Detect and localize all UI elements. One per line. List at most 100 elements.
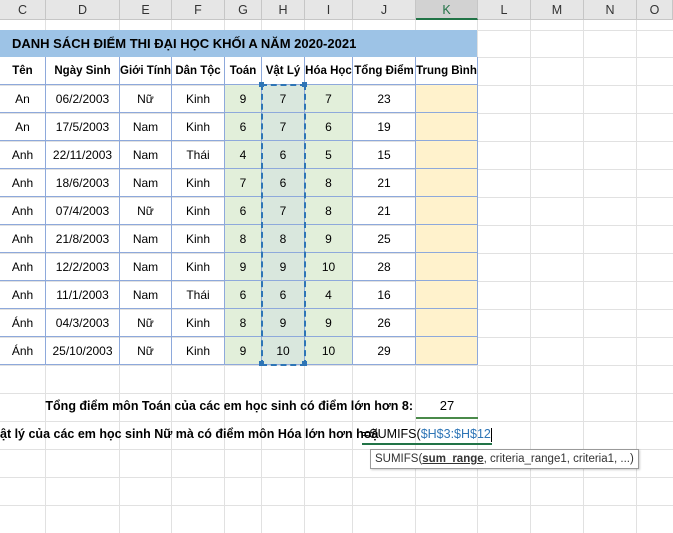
table-cell[interactable]: 28 <box>353 253 416 281</box>
table-cell[interactable]: 11/1/2003 <box>46 281 120 309</box>
selection-handle[interactable] <box>259 82 264 87</box>
header-7[interactable]: Tổng Điểm <box>353 57 416 85</box>
formula-edit-cell[interactable]: =SUMIFS($H$3:$H$12 <box>362 423 492 445</box>
column-header-d[interactable]: D <box>46 0 120 20</box>
table-cell[interactable]: 21 <box>353 197 416 225</box>
table-cell[interactable]: 04/3/2003 <box>46 309 120 337</box>
tooltip-arg-sum-range[interactable]: sum_range <box>422 453 483 465</box>
table-cell[interactable]: 07/4/2003 <box>46 197 120 225</box>
table-cell[interactable] <box>416 253 478 281</box>
table-cell[interactable] <box>416 113 478 141</box>
table-cell[interactable]: Kinh <box>172 169 225 197</box>
header-3[interactable]: Dân Tộc <box>172 57 225 85</box>
table-cell[interactable] <box>416 225 478 253</box>
table-cell[interactable] <box>416 337 478 365</box>
table-cell[interactable]: Nam <box>120 141 172 169</box>
table-cell[interactable]: Anh <box>0 169 46 197</box>
table-cell[interactable]: 12/2/2003 <box>46 253 120 281</box>
column-header-h[interactable]: H <box>262 0 305 20</box>
table-cell[interactable] <box>416 281 478 309</box>
table-cell[interactable]: An <box>0 113 46 141</box>
table-cell[interactable]: 06/2/2003 <box>46 85 120 113</box>
table-cell[interactable]: Thái <box>172 281 225 309</box>
column-header-c[interactable]: C <box>0 0 46 20</box>
header-5[interactable]: Vật Lý <box>262 57 305 85</box>
table-cell[interactable]: Nữ <box>120 85 172 113</box>
header-4[interactable]: Toán <box>225 57 262 85</box>
column-header-f[interactable]: F <box>172 0 225 20</box>
table-cell[interactable]: 9 <box>225 85 262 113</box>
table-cell[interactable]: Anh <box>0 225 46 253</box>
table-cell[interactable]: Anh <box>0 281 46 309</box>
column-header-i[interactable]: I <box>305 0 353 20</box>
function-tooltip[interactable]: SUMIFS(sum_range, criteria_range1, crite… <box>370 449 639 469</box>
table-cell[interactable] <box>416 309 478 337</box>
table-cell[interactable]: 23 <box>353 85 416 113</box>
table-cell[interactable] <box>416 169 478 197</box>
table-cell[interactable]: 9 <box>225 253 262 281</box>
table-cell[interactable]: 26 <box>353 309 416 337</box>
column-header-n[interactable]: N <box>584 0 637 20</box>
table-cell[interactable]: 9 <box>305 225 353 253</box>
table-cell[interactable]: 9 <box>305 309 353 337</box>
table-cell[interactable]: 6 <box>225 281 262 309</box>
summary-label-physics[interactable]: ật lý của các em học sinh Nữ mà có điểm … <box>0 427 378 441</box>
table-cell[interactable]: 22/11/2003 <box>46 141 120 169</box>
table-cell[interactable]: 4 <box>225 141 262 169</box>
table-cell[interactable]: 6 <box>305 113 353 141</box>
table-cell[interactable]: 7 <box>305 85 353 113</box>
table-cell[interactable]: Kinh <box>172 253 225 281</box>
table-cell[interactable]: 21/8/2003 <box>46 225 120 253</box>
table-cell[interactable]: 9 <box>225 337 262 365</box>
table-cell[interactable]: Nam <box>120 113 172 141</box>
column-header-m[interactable]: M <box>531 0 584 20</box>
header-0[interactable]: Tên <box>0 57 46 85</box>
table-cell[interactable]: 15 <box>353 141 416 169</box>
header-2[interactable]: Giới Tính <box>120 57 172 85</box>
table-cell[interactable]: Nam <box>120 169 172 197</box>
table-cell[interactable]: Nữ <box>120 197 172 225</box>
table-cell[interactable] <box>416 141 478 169</box>
table-cell[interactable]: Nam <box>120 225 172 253</box>
table-cell[interactable]: 10 <box>305 253 353 281</box>
table-cell[interactable]: 19 <box>353 113 416 141</box>
table-cell[interactable] <box>416 85 478 113</box>
table-cell[interactable]: 8 <box>305 197 353 225</box>
table-cell[interactable]: 25/10/2003 <box>46 337 120 365</box>
column-header-j[interactable]: J <box>353 0 416 20</box>
table-cell[interactable]: 7 <box>225 169 262 197</box>
selection-handle[interactable] <box>302 82 307 87</box>
column-header-o[interactable]: O <box>637 0 673 20</box>
table-cell[interactable] <box>416 197 478 225</box>
table-cell[interactable]: An <box>0 85 46 113</box>
table-cell[interactable]: 10 <box>305 337 353 365</box>
table-cell[interactable]: 8 <box>305 169 353 197</box>
table-cell[interactable]: 4 <box>305 281 353 309</box>
column-header-e[interactable]: E <box>120 0 172 20</box>
header-6[interactable]: Hóa Học <box>305 57 353 85</box>
table-cell[interactable]: 6 <box>225 113 262 141</box>
table-cell[interactable]: 17/5/2003 <box>46 113 120 141</box>
table-cell[interactable]: Anh <box>0 141 46 169</box>
table-cell[interactable]: Kinh <box>172 337 225 365</box>
table-cell[interactable]: Ánh <box>0 309 46 337</box>
column-header-l[interactable]: L <box>478 0 531 20</box>
table-cell[interactable]: 21 <box>353 169 416 197</box>
table-cell[interactable]: Anh <box>0 197 46 225</box>
table-cell[interactable]: Kinh <box>172 309 225 337</box>
table-cell[interactable]: 8 <box>225 309 262 337</box>
column-header-k[interactable]: K <box>416 0 478 20</box>
table-cell[interactable]: Ánh <box>0 337 46 365</box>
table-cell[interactable]: 29 <box>353 337 416 365</box>
table-cell[interactable]: 6 <box>225 197 262 225</box>
table-cell[interactable]: Kinh <box>172 113 225 141</box>
selection-handle[interactable] <box>302 361 307 366</box>
table-cell[interactable]: Kinh <box>172 197 225 225</box>
table-cell[interactable]: Nam <box>120 253 172 281</box>
summary-value-math[interactable]: 27 <box>416 392 478 419</box>
table-cell[interactable]: Nữ <box>120 309 172 337</box>
table-cell[interactable]: 8 <box>225 225 262 253</box>
table-cell[interactable]: Thái <box>172 141 225 169</box>
column-header-g[interactable]: G <box>225 0 262 20</box>
table-cell[interactable]: Kinh <box>172 225 225 253</box>
